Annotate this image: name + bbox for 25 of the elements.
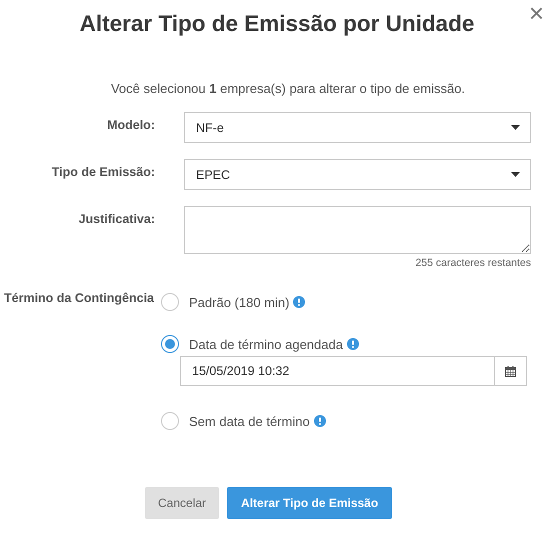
close-button[interactable]: × — [526, 0, 546, 26]
cancel-button[interactable]: Cancelar — [145, 487, 220, 519]
intro-text: Você selecionou 1 empresa(s) para alterar o tipo de emissão. — [110, 81, 466, 96]
info-icon — [293, 296, 306, 308]
caret-icon — [511, 125, 520, 130]
field-label: Tipo de Emissão: — [50, 164, 155, 181]
option-label[interactable]: Sem data de término — [189, 414, 310, 428]
option-label[interactable]: Padrão (180 min) — [189, 294, 290, 310]
calendar-icon — [505, 366, 516, 376]
dialog-title: Alterar Tipo de Emissão por Unidade — [80, 11, 474, 37]
select-field[interactable]: NF-e — [184, 112, 531, 143]
info-icon — [346, 338, 359, 350]
field-label: Justificativa: — [78, 211, 155, 228]
caret-icon — [511, 172, 520, 177]
option-label[interactable]: Data de término agendada — [189, 336, 343, 352]
info-icon — [314, 415, 326, 427]
character-counter: 255 caracteres restantes — [415, 257, 531, 269]
select-field[interactable]: EPEC — [184, 159, 531, 190]
radio-button[interactable] — [161, 412, 179, 430]
section-label: Término da Contingência — [3, 291, 155, 307]
field-label: Modelo: — [106, 117, 155, 134]
radio-button[interactable] — [161, 293, 179, 311]
date-field[interactable]: 15/05/2019 10:32 — [180, 356, 527, 386]
justification-field[interactable] — [184, 206, 531, 254]
radio-button[interactable] — [161, 335, 179, 353]
